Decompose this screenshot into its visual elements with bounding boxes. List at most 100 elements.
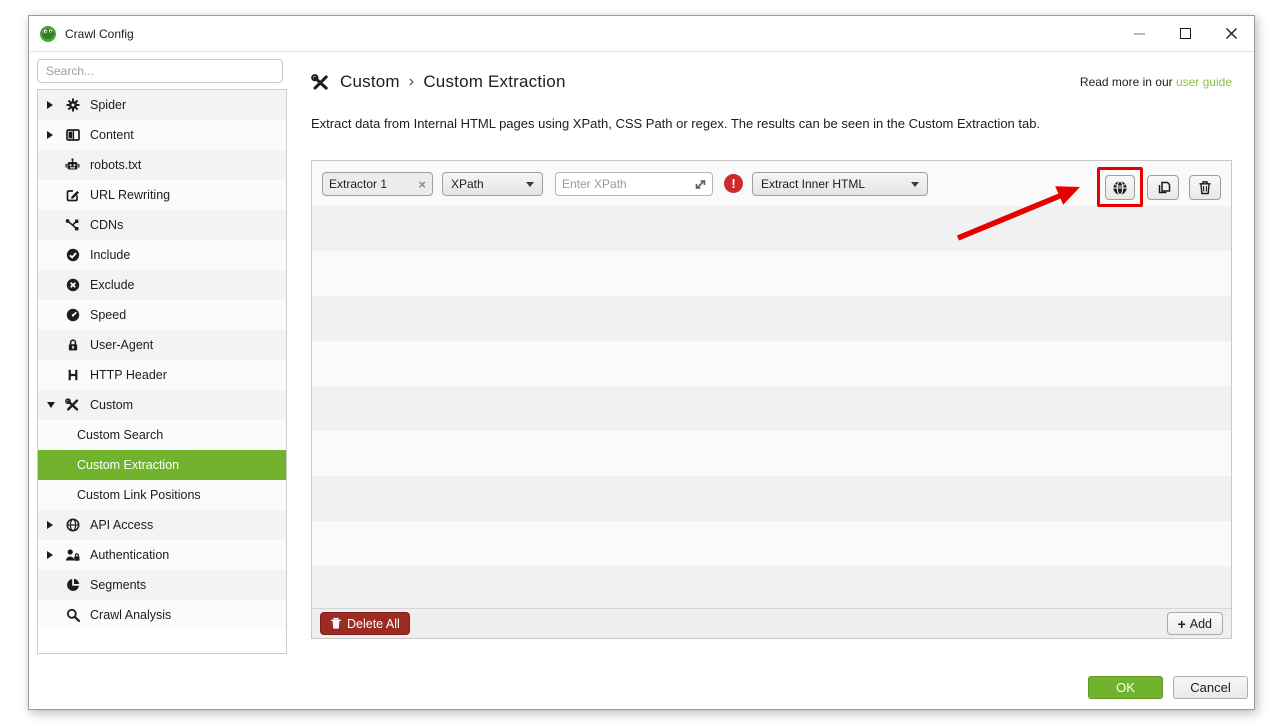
tools-icon [311, 73, 328, 90]
sidebar-item-include[interactable]: Include [38, 240, 286, 270]
sidebar-item-label: URL Rewriting [90, 188, 171, 202]
expand-arrow-icon[interactable] [47, 402, 55, 408]
minimize-icon [1133, 32, 1145, 35]
extractor-type-value: XPath [451, 177, 484, 191]
extractor-name-value: Extractor 1 [329, 177, 388, 191]
close-button[interactable] [1208, 16, 1254, 51]
page-title: Custom Extraction [423, 72, 566, 91]
sidebar-item-custom-link-positions[interactable]: Custom Link Positions [38, 480, 286, 510]
sidebar-item-custom[interactable]: Custom [38, 390, 286, 420]
sidebar-item-label: HTTP Header [90, 368, 167, 382]
search-input[interactable] [37, 59, 283, 83]
sidebar-item-label: Custom Extraction [77, 458, 180, 472]
sidebar-item-authentication[interactable]: Authentication [38, 540, 286, 570]
minimize-button[interactable] [1116, 16, 1162, 51]
sidebar-item-label: Exclude [90, 278, 135, 292]
sidebar-item-segments[interactable]: Segments [38, 570, 286, 600]
read-more-text: Read more in our user guide [1079, 75, 1232, 89]
sidebar-item-label: Content [90, 128, 134, 142]
main-content: Custom › Custom Extraction Read more in … [311, 59, 1232, 131]
window-title: Crawl Config [65, 26, 134, 41]
sidebar-item-label: Custom [90, 398, 134, 412]
sidebar-item-label: API Access [90, 518, 154, 532]
sidebar-list: Spider Content robots.txt URL Rewriting [37, 89, 287, 654]
xpath-input-wrap [555, 172, 713, 196]
sidebar-item-label: User-Agent [90, 338, 154, 352]
add-extractor-button[interactable]: + Add [1166, 612, 1223, 635]
breadcrumb-parent: Custom [340, 72, 400, 91]
sidebar-item-cdns[interactable]: CDNs [38, 210, 286, 240]
globe-icon [66, 518, 79, 532]
duplicate-extractor-button[interactable] [1147, 175, 1179, 200]
agent-lock-icon [68, 339, 77, 351]
open-in-browser-button[interactable] [1105, 175, 1135, 200]
error-icon: ! [724, 174, 743, 193]
extractor-name-field[interactable]: Extractor 1 × [322, 172, 433, 196]
extraction-mode-dropdown[interactable]: Extract Inner HTML [752, 172, 928, 196]
sidebar-item-http-header[interactable]: HTTP Header [38, 360, 286, 390]
trash-icon [331, 617, 341, 629]
sidebar-item-label: CDNs [90, 218, 124, 232]
app-icon [40, 25, 56, 42]
sidebar-item-custom-extraction[interactable]: Custom Extraction [38, 450, 286, 480]
trash-icon [1199, 181, 1211, 195]
sidebar-item-label: Include [90, 248, 131, 262]
plus-icon: + [1177, 615, 1186, 632]
sidebar-item-custom-search[interactable]: Custom Search [38, 420, 286, 450]
sidebar-item-label: Custom Search [77, 428, 164, 442]
ok-button[interactable]: OK [1088, 676, 1163, 699]
h-icon [68, 369, 77, 381]
magnifier-icon [66, 608, 80, 622]
user-lock-icon [65, 549, 80, 561]
sidebar-item-label: Spider [90, 98, 127, 112]
sidebar: Spider Content robots.txt URL Rewriting [37, 59, 287, 654]
sidebar-item-label: Speed [90, 308, 127, 322]
extractor-type-dropdown[interactable]: XPath [442, 172, 543, 196]
gear-icon [66, 98, 79, 112]
check-circle-icon [66, 248, 79, 262]
browser-icon [1113, 180, 1127, 195]
sidebar-item-robots-txt[interactable]: robots.txt [38, 150, 286, 180]
sidebar-item-exclude[interactable]: Exclude [38, 270, 286, 300]
description-text: Extract data from Internal HTML pages us… [311, 116, 1041, 131]
delete-all-label: Delete All [347, 616, 400, 631]
expand-arrow-icon[interactable] [47, 101, 53, 109]
delete-extractor-button[interactable] [1189, 175, 1221, 200]
panel-footer: Delete All + Add [312, 608, 1231, 638]
sidebar-item-label: Crawl Analysis [90, 608, 172, 622]
sidebar-item-url-rewriting[interactable]: URL Rewriting [38, 180, 286, 210]
title-bar: Crawl Config [29, 16, 1254, 52]
sidebar-item-spider[interactable]: Spider [38, 90, 286, 120]
sidebar-item-api-access[interactable]: API Access [38, 510, 286, 540]
cancel-button[interactable]: Cancel [1173, 676, 1248, 699]
edit-icon [66, 190, 79, 202]
breadcrumb: Custom › Custom Extraction Read more in … [311, 72, 1232, 92]
xpath-input[interactable] [562, 177, 695, 191]
delete-all-button[interactable]: Delete All [320, 612, 410, 635]
user-guide-link[interactable]: user guide [1176, 75, 1232, 89]
expand-arrow-icon[interactable] [47, 131, 53, 139]
sidebar-item-content[interactable]: Content [38, 120, 286, 150]
robot-icon [65, 158, 80, 170]
caret-down-icon [911, 181, 919, 187]
clear-name-icon[interactable]: × [418, 177, 426, 192]
cross-circle-icon [66, 278, 79, 292]
expand-arrow-icon[interactable] [47, 551, 53, 559]
close-icon [1225, 28, 1237, 39]
sidebar-item-crawl-analysis[interactable]: Crawl Analysis [38, 600, 286, 630]
add-label: Add [1189, 616, 1212, 631]
extraction-mode-value: Extract Inner HTML [761, 177, 866, 191]
sidebar-item-user-agent[interactable]: User-Agent [38, 330, 286, 360]
speedometer-icon [66, 308, 79, 322]
sidebar-item-speed[interactable]: Speed [38, 300, 286, 330]
expand-arrow-icon[interactable] [47, 521, 53, 529]
sidebar-item-label: Segments [90, 578, 147, 592]
crawl-config-window: Crawl Config Spider Content [28, 15, 1255, 710]
extractors-panel: Extractor 1 × XPath ! Extract Inner HTML [311, 160, 1232, 639]
maximize-button[interactable] [1162, 16, 1208, 51]
columns-icon [65, 129, 80, 141]
duplicate-icon [1158, 181, 1170, 194]
pie-icon [66, 578, 79, 591]
network-icon [65, 219, 79, 231]
expand-xpath-icon[interactable] [695, 179, 706, 190]
